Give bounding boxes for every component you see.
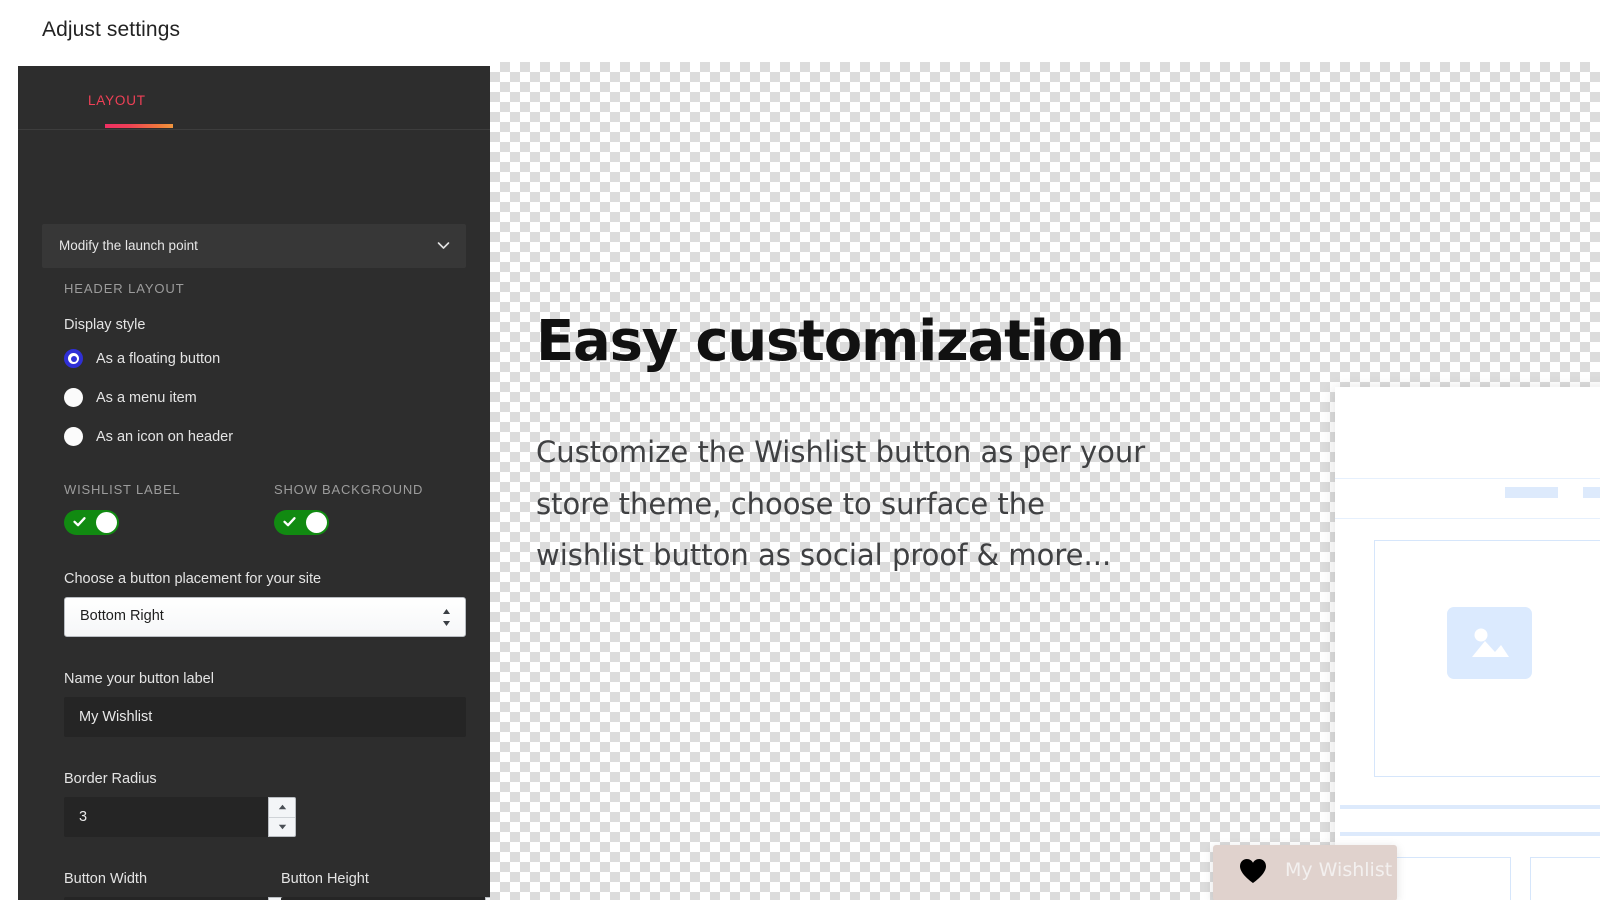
border-radius-input[interactable]	[64, 797, 268, 837]
chevron-down-icon[interactable]	[437, 239, 450, 252]
radio-option-menu-item[interactable]: As a menu item	[64, 388, 197, 407]
wireframe-section-line	[1340, 832, 1600, 836]
radio-label: As an icon on header	[96, 429, 233, 445]
radio-indicator	[64, 388, 83, 407]
wireframe-nav-chip	[1583, 487, 1600, 498]
sort-arrows-icon	[442, 608, 451, 627]
label-button-height: Button Height	[281, 871, 369, 887]
spinner-down-icon[interactable]	[269, 818, 295, 837]
section-header-layout: HEADER LAYOUT	[64, 281, 185, 296]
radio-option-icon-on-header[interactable]: As an icon on header	[64, 427, 233, 446]
settings-tabs: LAYOUT	[18, 66, 490, 130]
radio-indicator-selected	[64, 349, 83, 368]
check-icon	[282, 514, 297, 529]
label-name-your-button: Name your button label	[64, 671, 214, 687]
toggle-wishlist-label[interactable]	[64, 510, 119, 535]
floating-wishlist-button[interactable]: My Wishlist	[1213, 845, 1397, 900]
modify-launch-point-accordion[interactable]: Modify the launch point	[42, 224, 466, 268]
label-button-width: Button Width	[64, 871, 147, 887]
spinner-controls[interactable]	[268, 797, 296, 837]
radio-indicator	[64, 427, 83, 446]
label-button-placement: Choose a button placement for your site	[64, 571, 321, 587]
wireframe-nav-chip	[1505, 487, 1558, 498]
image-glyph	[1468, 624, 1512, 662]
wireframe-header-divider	[1335, 478, 1600, 479]
label-show-background-toggle: SHOW BACKGROUND	[274, 482, 423, 497]
border-radius-stepper[interactable]	[64, 797, 243, 837]
accordion-label: Modify the launch point	[59, 238, 198, 253]
check-icon	[72, 514, 87, 529]
toggle-knob	[306, 512, 327, 533]
wireframe-nav-divider	[1335, 518, 1600, 519]
store-wireframe-mockup	[1335, 387, 1600, 900]
select-value: Bottom Right	[80, 608, 164, 624]
toggle-knob	[96, 512, 117, 533]
toggle-show-background[interactable]	[274, 510, 329, 535]
label-border-radius: Border Radius	[64, 771, 157, 787]
radio-option-floating-button[interactable]: As a floating button	[64, 349, 220, 368]
heart-icon	[1239, 858, 1267, 886]
tab-active-indicator	[105, 124, 173, 128]
wireframe-section-line	[1340, 805, 1600, 809]
label-wishlist-label-toggle: WISHLIST LABEL	[64, 482, 180, 497]
radio-label: As a floating button	[96, 351, 220, 367]
floating-wishlist-button-label: My Wishlist	[1285, 859, 1392, 881]
button-label-input[interactable]	[64, 697, 466, 737]
button-placement-select[interactable]: Bottom Right	[64, 597, 466, 637]
radio-label: As a menu item	[96, 390, 197, 406]
promo-body-text: Customize the Wishlist button as per you…	[536, 427, 1156, 582]
page-title: Adjust settings	[42, 18, 180, 42]
image-placeholder-icon	[1447, 607, 1532, 679]
app-root: Adjust settings	[0, 0, 1600, 900]
spinner-up-icon[interactable]	[269, 798, 295, 818]
tab-layout[interactable]: LAYOUT	[88, 93, 146, 108]
label-display-style: Display style	[64, 317, 145, 333]
wireframe-product-card	[1530, 857, 1600, 900]
settings-panel: LAYOUT Modify the launch point HEADER LA…	[18, 66, 490, 900]
promo-heading: Easy customization	[536, 313, 1124, 372]
